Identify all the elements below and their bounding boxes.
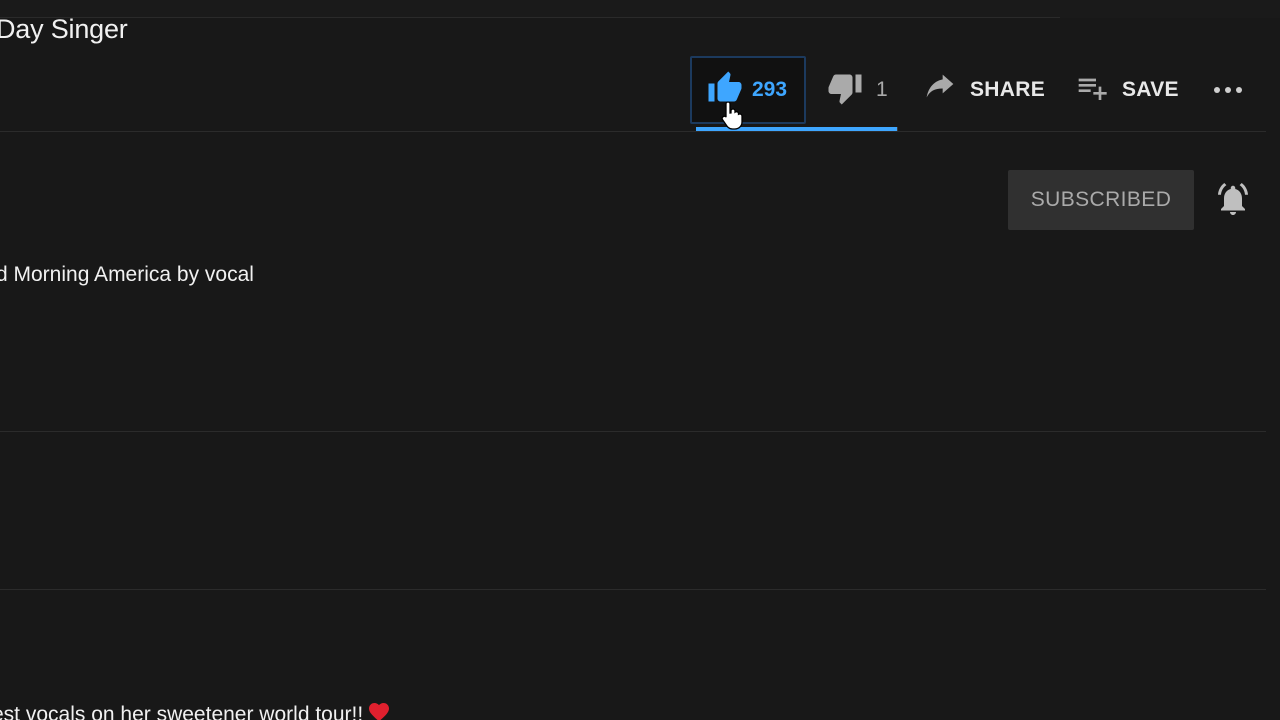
dislike-button[interactable]: 1 xyxy=(826,68,888,112)
heart-icon xyxy=(365,700,393,720)
divider xyxy=(0,589,1266,590)
share-label: SHARE xyxy=(970,78,1046,101)
player-bottom-edge xyxy=(0,0,1280,18)
hand-pointer-icon xyxy=(720,100,746,135)
divider xyxy=(0,431,1266,432)
save-button[interactable]: SAVE xyxy=(1074,68,1179,112)
description-text: d Morning America by vocal xyxy=(0,263,254,286)
more-actions-button[interactable] xyxy=(1214,68,1242,112)
share-arrow-icon xyxy=(922,72,958,109)
thumbs-down-icon xyxy=(826,70,864,111)
comment-text-row: est vocals on her sweetener world tour!! xyxy=(0,700,393,720)
dislike-count: 1 xyxy=(876,78,888,101)
like-count: 293 xyxy=(752,78,788,101)
bell-icon[interactable] xyxy=(1214,182,1252,223)
divider xyxy=(0,131,1266,132)
video-page: Day Singer 293 1 SHARE SAVE SUBSCRIBED d… xyxy=(0,0,1280,720)
save-label: SAVE xyxy=(1122,78,1179,101)
more-horizontal-icon xyxy=(1214,87,1242,93)
comment-text: est vocals on her sweetener world tour!! xyxy=(0,703,364,720)
playlist-add-icon xyxy=(1074,72,1110,109)
share-button[interactable]: SHARE xyxy=(922,68,1045,112)
video-title: Day Singer xyxy=(0,14,128,44)
subscribed-button[interactable]: SUBSCRIBED xyxy=(1008,170,1194,230)
like-button[interactable]: 293 xyxy=(690,56,806,124)
